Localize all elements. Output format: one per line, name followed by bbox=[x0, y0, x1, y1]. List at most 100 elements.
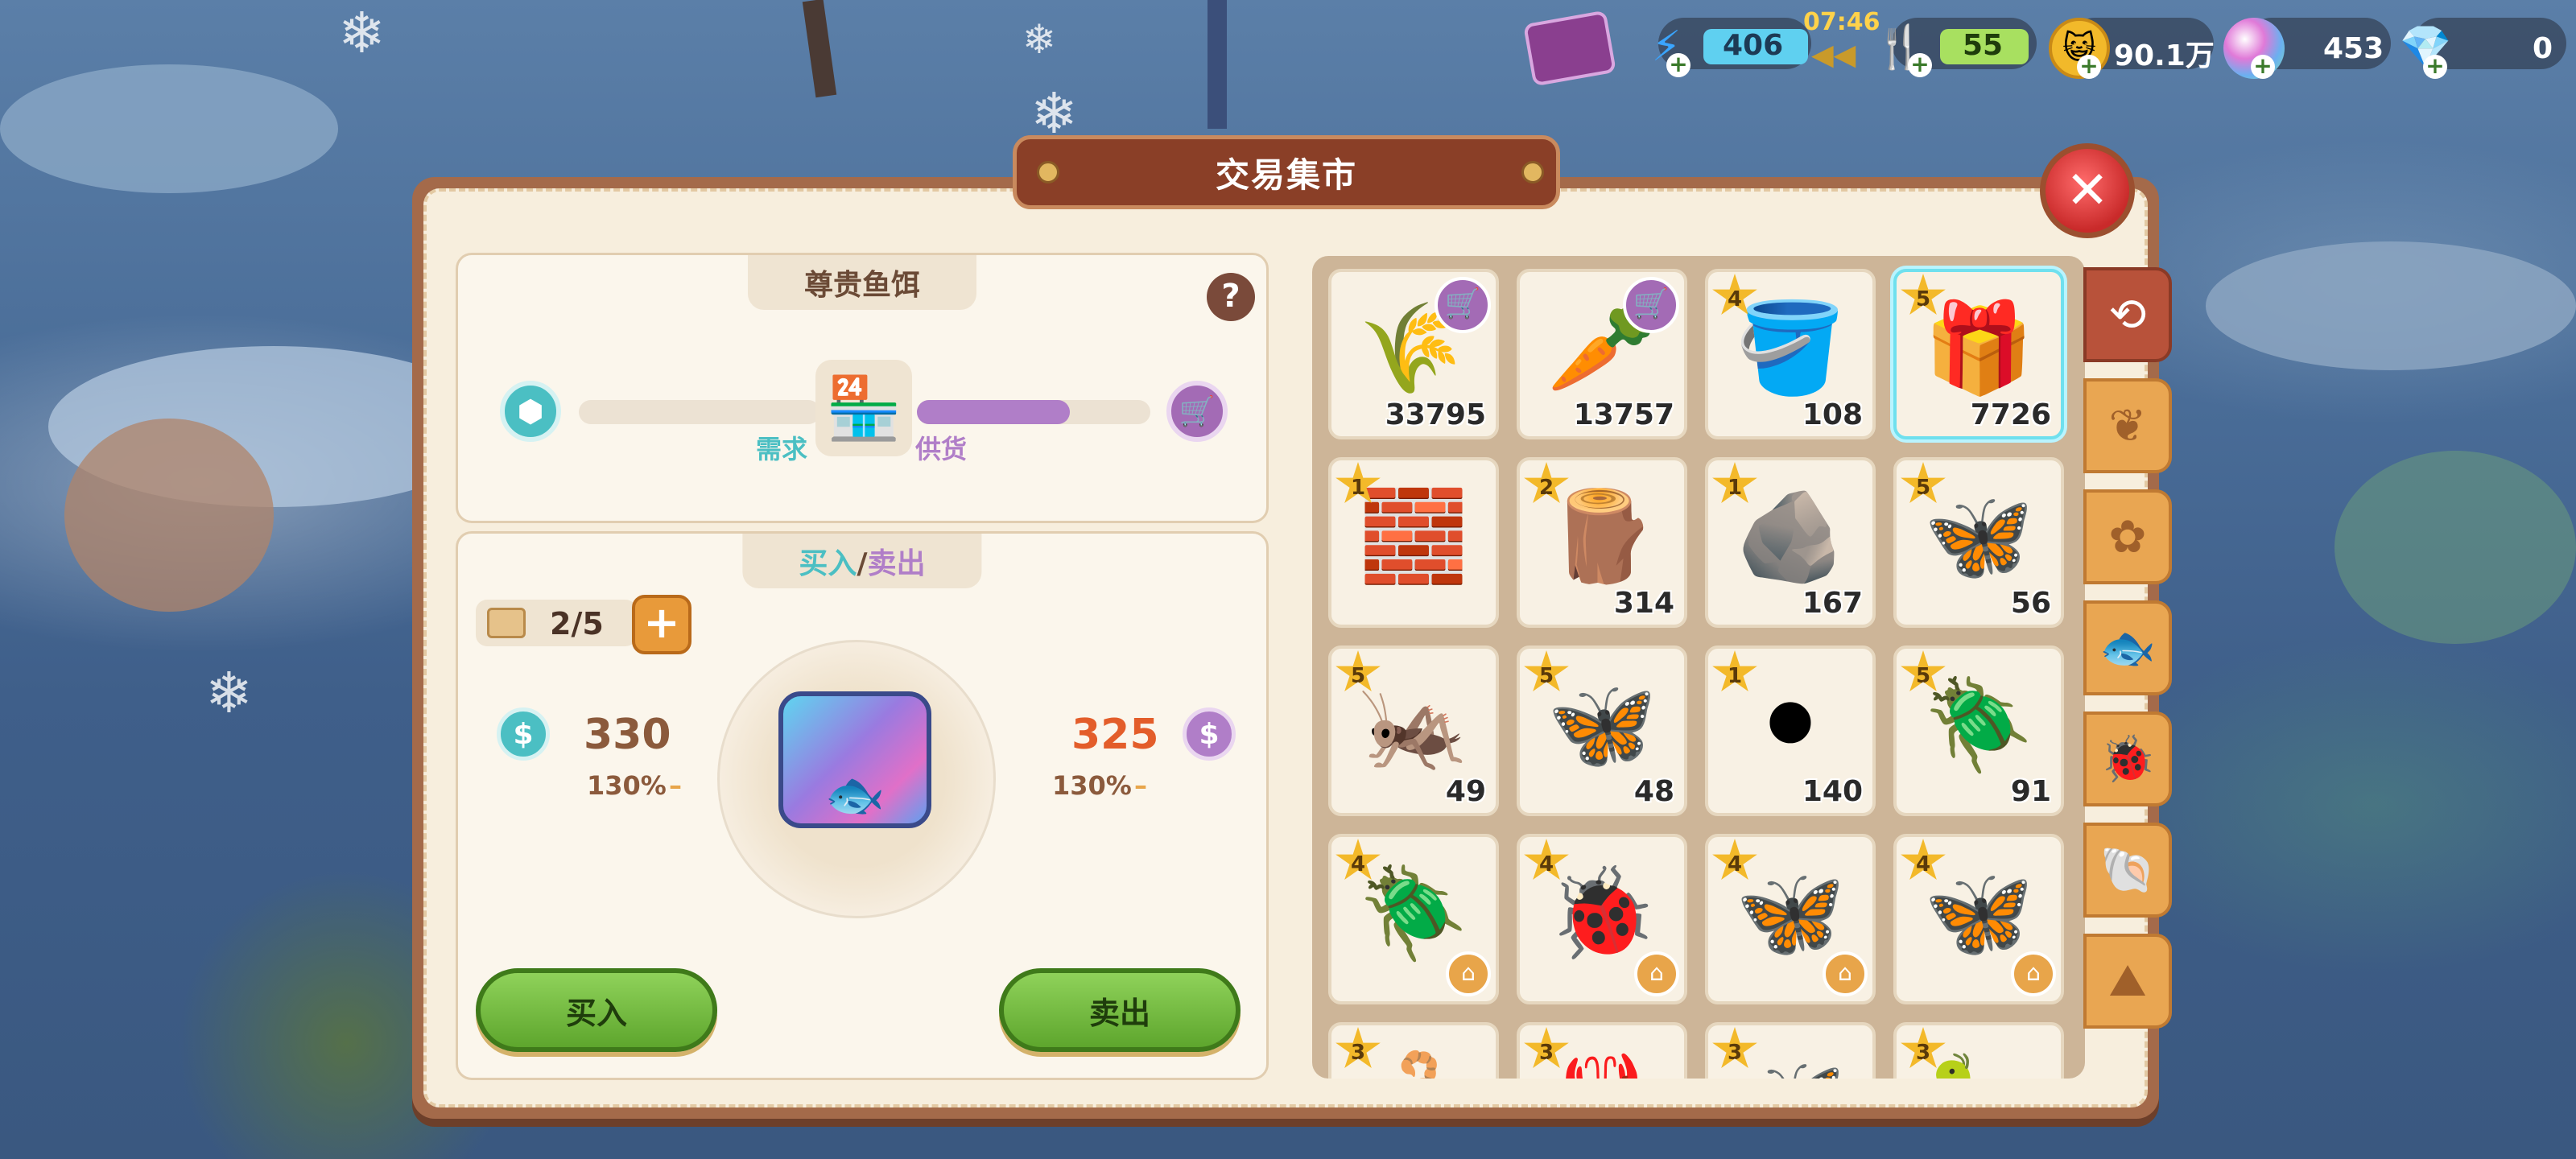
sell-button[interactable]: 卖出 bbox=[999, 968, 1241, 1052]
coal-icon: ⚫ bbox=[1752, 673, 1828, 776]
supply-bar-fill bbox=[917, 400, 1070, 424]
item-count: 33795 bbox=[1385, 398, 1486, 431]
home-badge-icon: ⌂ bbox=[1446, 951, 1491, 996]
stag-beetle-icon: 🪲 bbox=[1923, 673, 2034, 776]
coins-value: 90.1万 bbox=[2114, 39, 2215, 72]
supply-label: 供货 bbox=[915, 434, 968, 464]
title-rivet-left bbox=[1037, 161, 1059, 184]
inventory-slot[interactable]: ⚫ 1 140 bbox=[1705, 645, 1876, 816]
add-quota-button[interactable]: + bbox=[632, 595, 691, 654]
inventory-slot[interactable]: 🦞3 bbox=[1517, 1022, 1687, 1079]
paint-bucket-icon: 🪣 bbox=[1735, 296, 1846, 399]
buy-percent: 130% bbox=[587, 770, 667, 801]
close-icon: ✕ bbox=[2066, 161, 2109, 221]
side-tab[interactable]: ❦ bbox=[2083, 378, 2172, 473]
side-tab[interactable]: 🐚 bbox=[2083, 823, 2172, 918]
tab-buy[interactable]: 买入 bbox=[799, 547, 857, 580]
item-count: 108 bbox=[1802, 398, 1863, 431]
item-count: 13757 bbox=[1573, 398, 1674, 431]
misc-icon: ⛰ bbox=[2108, 955, 2147, 1007]
help-button[interactable]: ? bbox=[1207, 273, 1255, 321]
blue-butterfly-icon: 🦋 bbox=[1546, 673, 1657, 776]
sell-trend-icon: – bbox=[1134, 770, 1147, 801]
side-tab[interactable]: 🐟 bbox=[2083, 600, 2172, 695]
inventory-slot[interactable]: 🦋 4 ⌂ bbox=[1705, 834, 1876, 1004]
trade-box: 买入/卖出 2/5 + $ 330 130% – 🐟 325 130% – $ … bbox=[456, 531, 1269, 1080]
item-count: 48 bbox=[1633, 775, 1674, 808]
fish-icon: 🐟 bbox=[2099, 622, 2156, 674]
inventory-slot[interactable]: 🪲 5 91 bbox=[1893, 645, 2064, 816]
cart-icon: 🛒 bbox=[1623, 277, 1679, 333]
demand-label: 需求 bbox=[756, 434, 808, 464]
panel-title: 交易集市 bbox=[1013, 135, 1560, 209]
item-count: 167 bbox=[1802, 587, 1863, 620]
home-badge-icon: ⌂ bbox=[1634, 951, 1679, 996]
inventory-slot[interactable]: 🪣 4 108 bbox=[1705, 269, 1876, 439]
inventory-slot[interactable]: 🧱 1 bbox=[1328, 457, 1499, 628]
inventory-slot[interactable]: 🥕 🛒 13757 bbox=[1517, 269, 1687, 439]
ticket-icon bbox=[487, 608, 526, 638]
rhino-beetle-icon: 🪲 bbox=[1358, 861, 1469, 964]
ore-rock-icon: 🪨 bbox=[1735, 485, 1846, 588]
inventory-slot[interactable]: 🦋 5 56 bbox=[1893, 457, 2064, 628]
home-badge-icon: ⌂ bbox=[1823, 951, 1868, 996]
buy-button[interactable]: 买入 bbox=[476, 968, 717, 1052]
cube-icon: ⬢ bbox=[500, 381, 561, 442]
side-tab[interactable]: ⟲ bbox=[2083, 267, 2172, 362]
home-badge-icon: ⌂ bbox=[2011, 951, 2056, 996]
tab-separator: / bbox=[857, 547, 868, 580]
panel-title-text: 交易集市 bbox=[1215, 155, 1357, 195]
orchid-mantis-icon: 🦗 bbox=[1358, 673, 1469, 776]
item-count: 91 bbox=[2010, 775, 2051, 808]
inventory-grid[interactable]: 🌾 🛒 33795 🥕 🛒 13757 🪣 4 108 🎁 5 7726 🧱 1 🪵 2 314 🪨 1 167 🦋 5 5… bbox=[1312, 256, 2085, 1079]
energy-plus-icon[interactable]: + bbox=[1666, 53, 1690, 77]
orbs-value: 453 bbox=[2323, 32, 2384, 65]
inventory-slot[interactable]: 🦗 5 49 bbox=[1328, 645, 1499, 816]
materials-icon: ✿ bbox=[2108, 510, 2147, 563]
side-tab[interactable]: 🐞 bbox=[2083, 711, 2172, 806]
item-count: 7726 bbox=[1970, 398, 2051, 431]
premium-bait-box-icon: 🎁 bbox=[1923, 296, 2034, 399]
inventory-slot[interactable]: 🦂3 bbox=[1328, 1022, 1499, 1079]
cart-icon: 🛒 bbox=[1166, 381, 1228, 442]
buy-dollar-icon: $ bbox=[497, 707, 550, 761]
wood-plank-icon: 🪵 bbox=[1546, 485, 1657, 588]
fast-forward-icon: ◀◀ bbox=[1811, 39, 1856, 72]
inventory-slot[interactable]: 🌾 🛒 33795 bbox=[1328, 269, 1499, 439]
sell-dollar-icon: $ bbox=[1183, 707, 1236, 761]
orbs-plus-icon[interactable]: + bbox=[2251, 55, 2275, 79]
inventory-slot[interactable]: 🦋 4 ⌂ bbox=[1893, 834, 2064, 1004]
inventory-slot[interactable]: 🦋 5 48 bbox=[1517, 645, 1687, 816]
card-album-icon[interactable] bbox=[1523, 10, 1616, 87]
shop-stall-icon: 🏪 bbox=[815, 360, 912, 456]
inventory-slot[interactable]: 🐞 4 ⌂ bbox=[1517, 834, 1687, 1004]
coins-plus-icon[interactable]: + bbox=[2077, 55, 2101, 79]
inventory-slot[interactable]: 🪲 4 ⌂ bbox=[1328, 834, 1499, 1004]
inventory-slot[interactable]: 🪵 2 314 bbox=[1517, 457, 1687, 628]
side-tab[interactable]: ⛰ bbox=[2083, 934, 2172, 1029]
bug-icon: 🐞 bbox=[2099, 733, 2156, 786]
diamonds-plus-icon[interactable]: + bbox=[2423, 55, 2447, 79]
yellow-butterfly-icon: 🦋 bbox=[1923, 485, 2034, 588]
trade-tabs: 买入/卖出 bbox=[742, 534, 982, 588]
stink-bug-icon: 🐞 bbox=[1546, 861, 1657, 964]
side-tab[interactable]: ✿ bbox=[2083, 489, 2172, 584]
close-button[interactable]: ✕ bbox=[2040, 143, 2135, 238]
tab-sell[interactable]: 卖出 bbox=[868, 547, 926, 580]
cart-icon: 🛒 bbox=[1435, 277, 1491, 333]
history-icon: ⟲ bbox=[2108, 288, 2147, 341]
item-count: 314 bbox=[1613, 587, 1674, 620]
inventory-slot[interactable]: 🎁 5 7726 bbox=[1893, 269, 2064, 439]
item-count: 49 bbox=[1445, 775, 1486, 808]
inventory-slot[interactable]: 🪨 1 167 bbox=[1705, 457, 1876, 628]
item-name: 尊贵鱼饵 bbox=[747, 255, 977, 310]
diamonds-value: 0 bbox=[2533, 32, 2553, 65]
iron-ingot-icon: 🧱 bbox=[1358, 485, 1469, 588]
inventory-slot[interactable]: 🐛3 bbox=[1893, 1022, 2064, 1079]
monarch-butterfly-icon: 🦋 bbox=[1735, 861, 1846, 964]
item-count: 56 bbox=[2010, 587, 2051, 620]
food-plus-icon[interactable]: + bbox=[1908, 53, 1932, 77]
inventory-slot[interactable]: 🦋3 bbox=[1705, 1022, 1876, 1079]
item-count: 140 bbox=[1802, 775, 1863, 808]
food-value: 55 bbox=[1963, 29, 2004, 62]
